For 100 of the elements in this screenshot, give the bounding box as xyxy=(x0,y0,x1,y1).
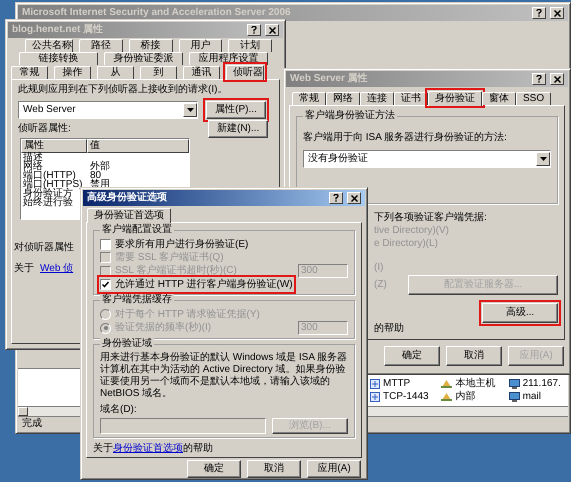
help-icon xyxy=(333,194,339,202)
field-label: 域名(D): xyxy=(100,404,137,416)
tab[interactable]: 证书 xyxy=(394,92,428,105)
computer-icon xyxy=(508,379,520,389)
list-cell: 内部 xyxy=(455,391,476,403)
computer-icon xyxy=(508,392,520,402)
help-button[interactable] xyxy=(247,24,261,36)
help-link[interactable]: Web 侦 xyxy=(40,263,74,275)
close-icon xyxy=(350,194,358,202)
description-text: 此规则应用到在下列侦听器上接收到的请求(I)。 xyxy=(18,84,228,96)
tab[interactable]: 操作 xyxy=(54,66,91,79)
checkbox-label: 允许通过 HTTP 进行客户端身份验证(W) xyxy=(115,278,293,290)
column-header[interactable]: 值 xyxy=(87,139,189,153)
tab[interactable]: 应用程序设置 xyxy=(189,52,268,65)
help-link[interactable]: 身份验证首选项 xyxy=(113,443,183,454)
caret-icon xyxy=(186,108,194,112)
help-text: 关于 xyxy=(14,263,34,275)
domain-description: 用来进行基本身份验证的默认 Windows 域是 ISA 服务器计算机在其中为活动的 Active Directory 域。如果身份验证要使用另一个域而不是默认本地域，请输入该域的 NetBIOS 域名。 xyxy=(100,352,348,400)
option-label: e Directory)(L) xyxy=(374,238,438,250)
button[interactable]: 取消 xyxy=(446,346,502,366)
help-icon xyxy=(251,26,257,34)
tab[interactable]: 链接转换 xyxy=(19,52,98,65)
option-label: tive Directory)(V) xyxy=(374,225,450,237)
option-label: (I) xyxy=(374,262,384,274)
network-icon xyxy=(441,393,452,401)
tab[interactable]: 常规 xyxy=(292,92,326,105)
help-icon xyxy=(536,75,542,83)
button[interactable]: 应用(A) xyxy=(307,460,361,478)
tab[interactable]: 身份验证 xyxy=(428,91,482,106)
help-text: 的帮助 xyxy=(374,323,405,335)
table-cell-text: 端口(HTTP) xyxy=(22,170,76,180)
tab[interactable]: 窗体 xyxy=(482,92,516,105)
dropdown[interactable]: 没有身份验证 xyxy=(303,150,551,168)
tab[interactable]: 连接 xyxy=(360,92,394,105)
tab[interactable]: 到 xyxy=(140,66,177,79)
button[interactable]: 确定 xyxy=(187,460,241,478)
button[interactable]: 高级... xyxy=(482,303,558,323)
button[interactable]: 确定 xyxy=(384,346,440,366)
field-label: 侦听器属性: xyxy=(18,123,71,135)
close-button[interactable] xyxy=(550,73,564,85)
help-icon xyxy=(536,9,542,17)
help-button[interactable] xyxy=(329,192,343,204)
table-cell-text: 端口(HTTPS) xyxy=(22,180,84,190)
tab[interactable]: 通讯 xyxy=(183,66,220,79)
help-text: 关于身份验证首选项的帮助 xyxy=(93,443,214,455)
tab[interactable]: 身份验证委派 xyxy=(104,52,183,65)
checkbox-label: SSL 客户端证书超时(秒)(C) xyxy=(115,265,237,277)
group-title: 身份验证域 xyxy=(100,338,154,350)
button[interactable]: 新建(N)... xyxy=(208,120,268,138)
caret-icon xyxy=(540,157,546,161)
table-cell-text: 外部 xyxy=(89,162,110,172)
tab[interactable]: 桥接 xyxy=(128,39,172,52)
field-label: 客户端用于向 ISA 服务器进行身份验证的方法: xyxy=(303,132,507,143)
close-icon xyxy=(554,10,560,16)
list-cell: MTTP xyxy=(383,378,410,390)
tab[interactable]: 公共名称 xyxy=(25,39,73,52)
table-cell-text: 始终进行验 xyxy=(22,198,74,208)
tab[interactable]: 网络 xyxy=(326,92,360,105)
status-text: 完成 xyxy=(22,418,42,430)
column-header[interactable]: 属性 xyxy=(21,139,87,153)
table-cell-text: 身份验证方 xyxy=(22,188,73,198)
tab[interactable]: 侦听器 xyxy=(226,65,264,80)
tab[interactable]: 用户 xyxy=(178,39,222,52)
tab[interactable]: 从 xyxy=(97,66,134,79)
dropdown[interactable]: Web Server xyxy=(18,101,198,119)
option-label: (Z) xyxy=(374,279,387,291)
tab[interactable]: 身份验证首选项 xyxy=(87,208,171,223)
close-button[interactable] xyxy=(265,24,279,36)
checkbox-label: 需要 SSL 客户端证书(Q) xyxy=(115,252,224,264)
group-title: 客户端配置设置 xyxy=(100,224,174,236)
window-title: Microsoft Internet Security and Acceleration Server 2006 xyxy=(22,7,292,19)
checkbox[interactable] xyxy=(100,239,111,250)
group-title: 客户端身份验证方法 xyxy=(303,110,397,122)
checkbox-label: 要求所有用户进行身份验证(E) xyxy=(115,238,248,250)
table-cell-text: 描述 xyxy=(22,152,44,162)
close-icon xyxy=(268,26,276,34)
table-cell-text: 网络 xyxy=(22,162,44,172)
window-title: 高级身份验证选项 xyxy=(87,192,168,204)
checkbox[interactable] xyxy=(100,279,111,290)
button[interactable]: 取消 xyxy=(247,460,301,478)
radio-label: 验证凭据的频率(秒)(I) xyxy=(115,322,212,334)
group-title: 客户端凭据缓存 xyxy=(100,294,174,306)
list-cell: 211.167. xyxy=(522,378,561,390)
list-cell: 本地主机 xyxy=(455,378,496,390)
network-icon xyxy=(441,380,452,388)
field-label: 下列各项验证客户端凭据: xyxy=(374,212,488,224)
tab[interactable]: SSO xyxy=(516,92,552,105)
tab[interactable]: 路径 xyxy=(79,39,123,52)
protocol-icon xyxy=(370,379,380,389)
close-button[interactable] xyxy=(550,7,564,19)
note-text: 对侦听器属性 xyxy=(14,242,74,254)
close-button[interactable] xyxy=(347,192,361,204)
tab[interactable]: 常规 xyxy=(11,66,48,79)
button[interactable]: 属性(P)... xyxy=(206,101,266,119)
radio-label: 对于每个 HTTP 请求验证凭据(Y) xyxy=(115,308,260,320)
protocol-icon xyxy=(370,392,380,402)
help-button[interactable] xyxy=(532,7,546,19)
close-icon xyxy=(554,76,560,82)
tab[interactable]: 计划 xyxy=(228,39,272,52)
help-button[interactable] xyxy=(532,73,546,85)
